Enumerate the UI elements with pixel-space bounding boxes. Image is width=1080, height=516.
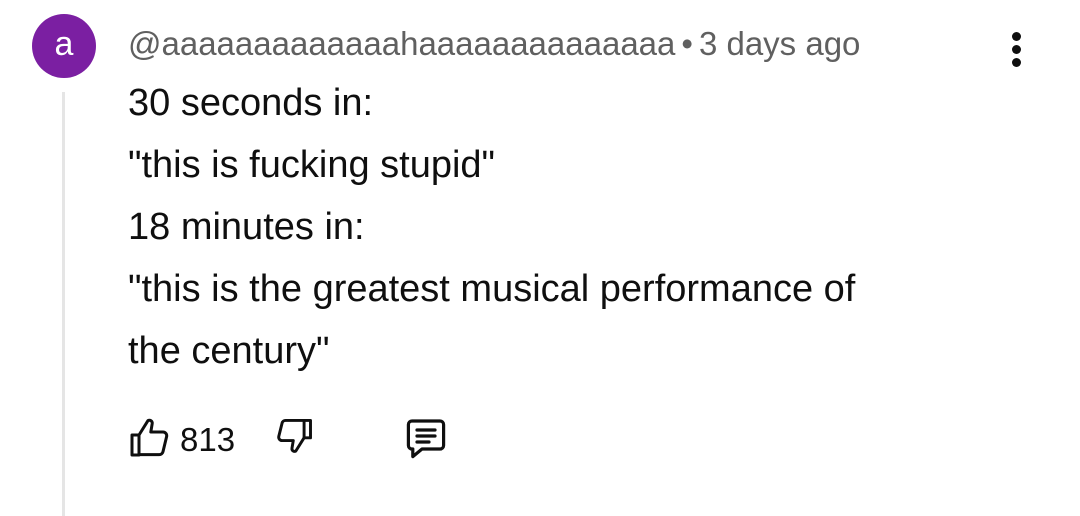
comment-line: "this is fucking stupid": [128, 144, 496, 186]
like-count: 813: [180, 421, 236, 458]
comment-line: 30 seconds in:: [128, 82, 374, 124]
author-handle[interactable]: @aaaaaaaaaaaaahaaaaaaaaaaaaaa: [128, 25, 675, 62]
thumb-up-icon: [130, 418, 169, 457]
comment-line: "this is the greatest musical performanc…: [128, 268, 856, 310]
timestamp[interactable]: 3 days ago: [699, 25, 860, 62]
thumb-down-icon: [277, 418, 312, 453]
avatar[interactable]: a: [32, 14, 96, 78]
more-vert-icon[interactable]: [1000, 30, 1032, 70]
thread-line: [62, 92, 65, 516]
reply-button[interactable]: [402, 414, 450, 467]
comment-line: the century": [128, 330, 330, 372]
comment-icon: [406, 419, 446, 459]
comment-header: @aaaaaaaaaaaaahaaaaaaaaaaaaaa • 3 days ago: [128, 22, 860, 66]
avatar-letter: a: [54, 25, 74, 63]
comment-line: 18 minutes in:: [128, 206, 365, 248]
comment-text: 30 seconds in: "this is fucking stupid" …: [128, 72, 1028, 382]
comment: a @aaaaaaaaaaaaahaaaaaaaaaaaaaa • 3 days a…: [0, 0, 1080, 516]
separator-dot: •: [681, 25, 693, 62]
like-button[interactable]: [126, 414, 174, 467]
dislike-button[interactable]: [272, 414, 316, 463]
